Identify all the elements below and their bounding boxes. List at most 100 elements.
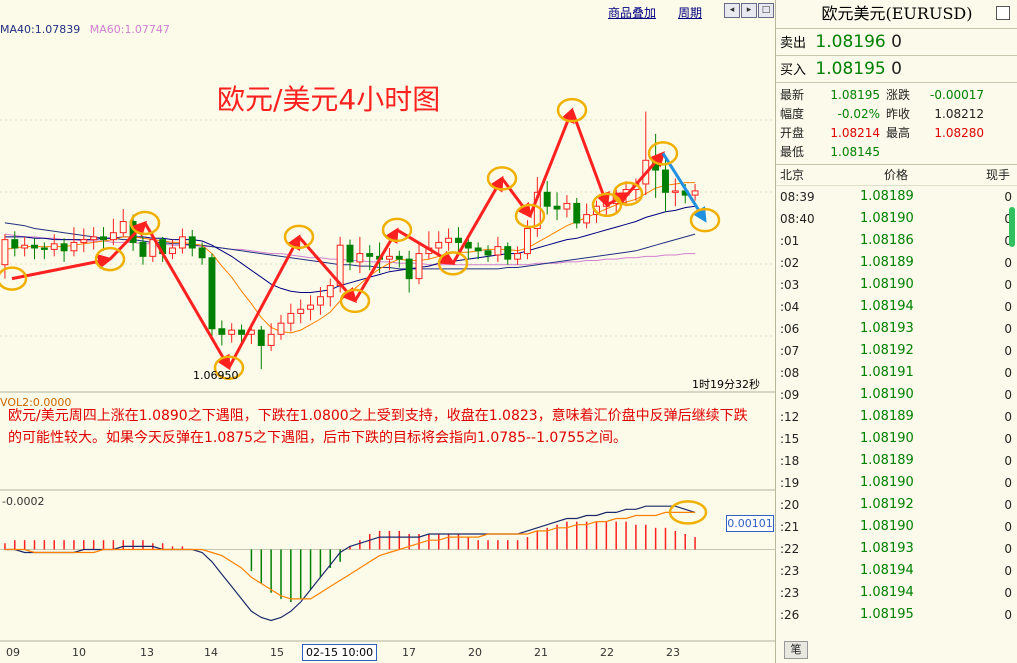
tick-time: :09 (780, 388, 800, 402)
tick-time: 08:40 (780, 212, 815, 226)
tick-time: :01 (780, 234, 800, 248)
tick-time: :02 (780, 256, 800, 270)
xaxis-tick-label: 10 (72, 646, 86, 659)
tick-price: 1.08194 (860, 299, 914, 314)
ticks-header-price: 价格 (884, 168, 909, 182)
trend-arrow (570, 109, 610, 208)
candle-body (474, 247, 482, 252)
ticks-list[interactable]: 08:391.08189008:401.081900:011.081860:02… (776, 186, 1017, 626)
tick-time: :21 (780, 520, 800, 534)
xaxis-tick-label: 15 (270, 646, 284, 659)
candle-body (287, 312, 295, 324)
tick-time: :04 (780, 300, 800, 314)
candle-body (109, 232, 117, 241)
tick-row: 08:39 1.08189 0 (776, 186, 1017, 208)
candle-body (80, 239, 88, 243)
tick-time: 08:39 (780, 190, 815, 204)
candle-body (524, 228, 531, 255)
xaxis-tick-label: 21 (534, 646, 548, 659)
sell-label: 卖出 (780, 36, 807, 51)
sell-qty: 0 (891, 32, 902, 52)
scrollbar[interactable] (1008, 205, 1016, 625)
candle-body (671, 190, 679, 193)
candle-body (366, 253, 374, 257)
tick-row: :23 1.08194 0 (776, 560, 1017, 582)
tick-row: :22 1.08193 0 (776, 538, 1017, 560)
candle-body (139, 241, 147, 257)
macd-label: -0.0002 (2, 495, 45, 508)
tick-row: 08:401.081900 (776, 208, 1017, 230)
stat-value: 1.08195 (830, 88, 880, 102)
buy-line: 买入 1.08195 0 (776, 56, 1017, 83)
macd-dea-line (4, 511, 696, 600)
stat-label: 开盘 (780, 126, 805, 140)
tick-time: :06 (780, 322, 800, 336)
tick-row: :07 1.08192 0 (776, 340, 1017, 362)
candle-body (553, 205, 561, 210)
cursor-date: 02-15 10:00 (302, 644, 378, 661)
candle-body (208, 257, 216, 330)
candle-body (326, 285, 334, 298)
trend-arrow (528, 107, 575, 217)
tick-row: :26 1.08195 0 (776, 604, 1017, 626)
chart-title: 欧元/美元4小时图 (217, 83, 441, 116)
buy-price: 1.08195 (815, 59, 886, 79)
countdown-label: 1时19分32秒 (692, 378, 760, 391)
candle-body (90, 236, 98, 241)
candle-body (60, 243, 68, 252)
buy-qty: 0 (891, 59, 902, 79)
stat-value: -0.00017 (930, 88, 984, 102)
xaxis-tick-label: 22 (600, 646, 614, 659)
candle-body (31, 244, 38, 249)
stat-label: 最高 (886, 126, 911, 140)
stat-value: -0.02% (837, 107, 880, 121)
stat-label: 涨跌 (886, 88, 911, 102)
buy-label: 买入 (780, 63, 807, 78)
trend-arrow (500, 177, 532, 219)
tick-price: 1.08192 (860, 497, 914, 512)
close-icon[interactable] (996, 6, 1010, 20)
tick-row: :08 1.08191 0 (776, 362, 1017, 384)
candle-body (543, 191, 551, 207)
candle-body (218, 328, 226, 335)
ticks-header-qty: 现手 (985, 168, 1010, 182)
candle-body (385, 255, 393, 260)
tick-row: :23 1.08194 0 (776, 582, 1017, 604)
xaxis-tick-label: 17 (402, 646, 416, 659)
stat-value: 1.08214 (830, 126, 880, 140)
tick-price: 1.08190 (860, 277, 914, 292)
candle-body (514, 253, 522, 260)
candle-body (169, 247, 176, 255)
tick-time: :23 (780, 564, 800, 578)
stat-value: 1.08280 (934, 126, 984, 140)
candle-body (356, 253, 364, 263)
trend-arrow (227, 234, 301, 369)
stat-label: 最新 (780, 88, 805, 102)
candle-body (415, 253, 423, 280)
candle-body (504, 246, 512, 260)
candle-body (484, 250, 492, 256)
tick-row: :19 1.08190 0 (776, 472, 1017, 494)
tab-ticks[interactable]: 笔 (784, 641, 808, 659)
ticks-header: 北京 价格 现手 (776, 165, 1017, 186)
candle-body (307, 304, 315, 310)
xaxis-tick-label: 13 (140, 646, 154, 659)
tick-price: 1.08190 (860, 431, 914, 446)
tick-price: 1.08190 (860, 475, 914, 490)
chart-area[interactable]: 商品叠加 周期 ◂ ▸ □ MA40:1.07839 MA60:1.07747 … (0, 0, 775, 663)
tick-price: 1.08192 (860, 343, 914, 358)
candle-body (395, 255, 403, 260)
candle-body (100, 236, 107, 241)
candle-body (277, 322, 285, 335)
candle-body (405, 258, 413, 280)
tick-time: :19 (780, 476, 800, 490)
candle-body (563, 202, 571, 210)
xaxis-tick-label: 14 (204, 646, 218, 659)
xaxis-tick-label: 09 (6, 646, 20, 659)
tick-time: :18 (780, 454, 800, 468)
candle-body (494, 246, 502, 256)
tick-row: :06 1.08193 0 (776, 318, 1017, 340)
candle-body (573, 202, 581, 224)
tick-time: :08 (780, 366, 800, 380)
candle-body (583, 214, 591, 224)
